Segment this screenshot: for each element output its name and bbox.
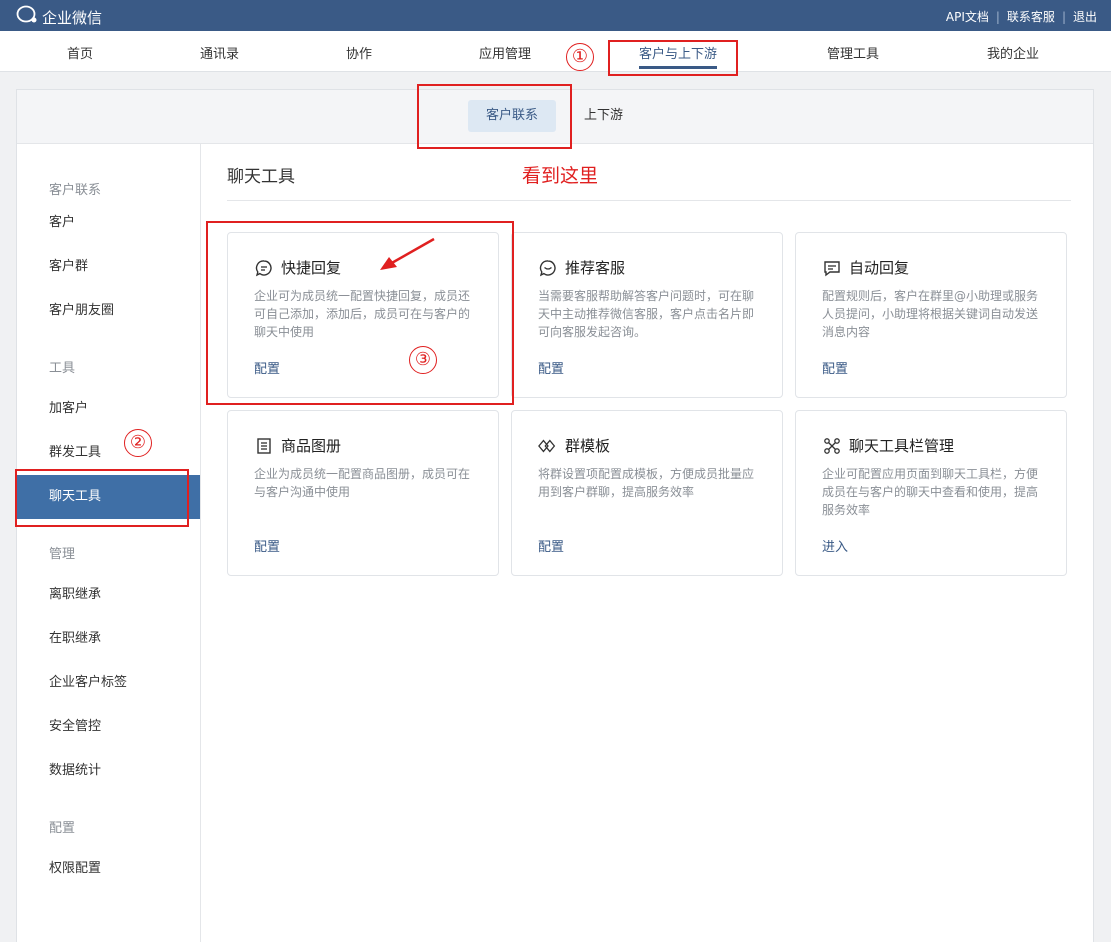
card-description: 企业可为成员统一配置快捷回复，成员还可自己添加，添加后，成员可在与客户的聊天中使… bbox=[254, 289, 471, 339]
nav-my-company[interactable]: 我的企业 bbox=[987, 43, 1039, 62]
card-recommend-service[interactable]: 推荐客服 当需要客服帮助解答客户问题时，可在聊天中主动推荐微信客服，客户点击名片… bbox=[511, 232, 783, 398]
sidebar-item-chat-tools[interactable]: 聊天工具 bbox=[17, 475, 200, 519]
configure-link[interactable]: 配置 bbox=[254, 536, 280, 555]
sub-tabs: 客户联系 上下游 bbox=[17, 90, 1093, 144]
annotation-arrow-icon bbox=[376, 234, 440, 278]
top-separator: | bbox=[1061, 9, 1066, 24]
sidebar-group-config: 配置 bbox=[49, 821, 76, 836]
contact-support-link[interactable]: 联系客服 bbox=[1007, 8, 1055, 25]
card-description: 将群设置项配置成模板，方便成员批量应用到客户群聊，提高服务效率 bbox=[538, 467, 755, 499]
page-title: 聊天工具 bbox=[227, 167, 295, 187]
sidebar-item-customer-groups[interactable]: 客户群 bbox=[17, 245, 200, 289]
sidebar-item-customer-tags[interactable]: 企业客户标签 bbox=[17, 661, 200, 705]
template-icon bbox=[538, 436, 558, 456]
annotation-step-3: ③ bbox=[409, 346, 437, 374]
content-panel: 客户联系 上下游 客户联系 客户 客户群 客户朋友圈 工具 加客户 群发工具 聊… bbox=[16, 89, 1094, 942]
app-name: 企业微信 bbox=[42, 8, 103, 27]
card-auto-reply[interactable]: 自动回复 配置规则后，客户在群里@小助理或服务人员提问，小助理将根据关键词自动发… bbox=[795, 232, 1067, 398]
sidebar-group-management: 管理 bbox=[49, 547, 76, 562]
nav-customers-and-partners[interactable]: 客户与上下游 bbox=[639, 43, 718, 69]
service-chat-icon bbox=[538, 258, 558, 278]
card-quick-reply[interactable]: 快捷回复 企业可为成员统一配置快捷回复，成员还可自己添加，添加后，成员可在与客户… bbox=[227, 232, 499, 398]
wecom-logo-icon bbox=[16, 5, 42, 29]
sidebar-item-resigned-transfer[interactable]: 离职继承 bbox=[17, 573, 200, 617]
annotation-look-here: 看到这里 bbox=[522, 165, 599, 187]
sidebar-item-customers[interactable]: 客户 bbox=[17, 201, 200, 245]
nav-contacts[interactable]: 通讯录 bbox=[200, 43, 239, 62]
card-description: 当需要客服帮助解答客户问题时，可在聊天中主动推荐微信客服，客户点击名片即可向客服… bbox=[538, 289, 755, 339]
annotation-step-2: ② bbox=[124, 429, 152, 457]
logout-link[interactable]: 退出 bbox=[1073, 8, 1097, 25]
toolbar-icon bbox=[822, 436, 842, 456]
card-title: 商品图册 bbox=[281, 437, 342, 455]
sidebar-item-security-control[interactable]: 安全管控 bbox=[17, 705, 200, 749]
top-links: API文档 | 联系客服 | 退出 bbox=[946, 8, 1097, 25]
configure-link[interactable]: 配置 bbox=[822, 358, 848, 377]
annotation-step-1: ① bbox=[566, 43, 594, 71]
tab-customer-contact[interactable]: 客户联系 bbox=[468, 100, 557, 132]
sidebar: 客户联系 客户 客户群 客户朋友圈 工具 加客户 群发工具 聊天工具 管理 离职… bbox=[17, 144, 201, 942]
nav-management-tools[interactable]: 管理工具 bbox=[827, 43, 879, 62]
card-title: 聊天工具栏管理 bbox=[849, 437, 955, 455]
app-logo[interactable]: 企业微信 bbox=[16, 5, 102, 29]
card-title: 群模板 bbox=[565, 437, 611, 455]
nav-app-management[interactable]: 应用管理 bbox=[479, 43, 531, 62]
card-product-catalog[interactable]: 商品图册 企业为成员统一配置商品图册，成员可在与客户沟通中使用 配置 bbox=[227, 410, 499, 576]
card-title: 自动回复 bbox=[849, 259, 910, 277]
configure-link[interactable]: 配置 bbox=[254, 358, 280, 377]
chat-bubble-icon bbox=[254, 258, 274, 278]
sidebar-group-customer-contact: 客户联系 bbox=[49, 183, 102, 198]
sidebar-item-active-transfer[interactable]: 在职继承 bbox=[17, 617, 200, 661]
card-description: 企业为成员统一配置商品图册，成员可在与客户沟通中使用 bbox=[254, 467, 471, 499]
card-description: 企业可配置应用页面到聊天工具栏，方便成员在与客户的聊天中查看和使用，提高服务效率 bbox=[822, 467, 1039, 517]
sidebar-item-add-customer[interactable]: 加客户 bbox=[17, 387, 200, 431]
card-description: 配置规则后，客户在群里@小助理或服务人员提问，小助理将根据关键词自动发送消息内容 bbox=[822, 289, 1039, 339]
catalog-icon bbox=[254, 436, 274, 456]
title-divider bbox=[227, 200, 1071, 201]
auto-reply-icon bbox=[822, 258, 842, 278]
card-title: 推荐客服 bbox=[565, 259, 626, 277]
sidebar-group-tools: 工具 bbox=[49, 361, 76, 376]
sidebar-item-data-statistics[interactable]: 数据统计 bbox=[17, 749, 200, 793]
enter-link[interactable]: 进入 bbox=[822, 536, 848, 555]
api-docs-link[interactable]: API文档 bbox=[946, 8, 989, 25]
top-bar: 企业微信 API文档 | 联系客服 | 退出 bbox=[0, 0, 1111, 31]
tab-upstream-downstream[interactable]: 上下游 bbox=[584, 100, 623, 132]
configure-link[interactable]: 配置 bbox=[538, 536, 564, 555]
nav-collaboration[interactable]: 协作 bbox=[346, 43, 372, 62]
top-separator: | bbox=[995, 9, 1000, 24]
nav-home[interactable]: 首页 bbox=[67, 43, 93, 62]
sidebar-item-permissions[interactable]: 权限配置 bbox=[17, 847, 200, 891]
main-nav: 首页 通讯录 协作 应用管理 客户与上下游 管理工具 我的企业 bbox=[0, 31, 1111, 72]
sidebar-item-mass-messaging[interactable]: 群发工具 bbox=[17, 431, 200, 475]
sidebar-item-customer-moments[interactable]: 客户朋友圈 bbox=[17, 289, 200, 333]
card-group-template[interactable]: 群模板 将群设置项配置成模板，方便成员批量应用到客户群聊，提高服务效率 配置 bbox=[511, 410, 783, 576]
configure-link[interactable]: 配置 bbox=[538, 358, 564, 377]
card-chat-toolbar-management[interactable]: 聊天工具栏管理 企业可配置应用页面到聊天工具栏，方便成员在与客户的聊天中查看和使… bbox=[795, 410, 1067, 576]
card-title: 快捷回复 bbox=[281, 259, 342, 277]
